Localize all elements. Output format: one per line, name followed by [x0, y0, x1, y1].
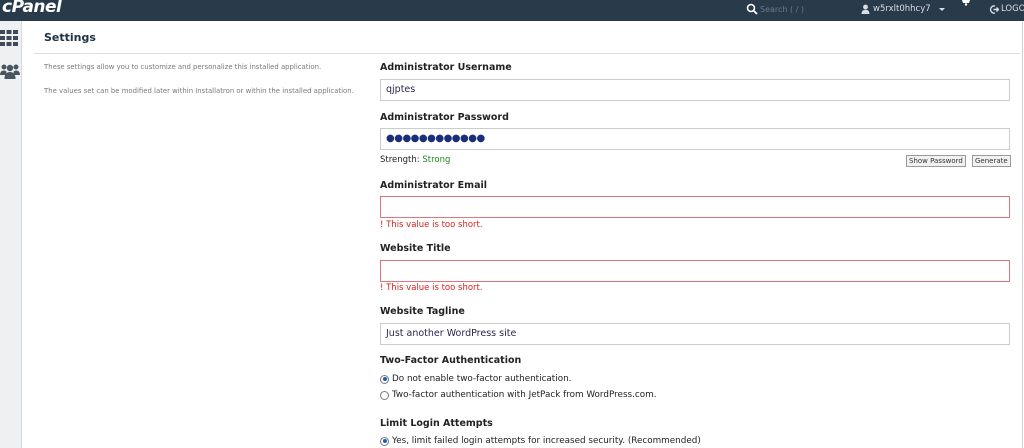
bell-icon[interactable]	[961, 0, 971, 6]
radio-button[interactable]	[380, 374, 389, 384]
password-strength: Strength: Strong	[380, 155, 450, 165]
two-factor-option-disable[interactable]: Do not enable two-factor authentication.	[380, 374, 571, 384]
user-menu[interactable]: w5rxlt0hhcy7	[861, 2, 945, 16]
cpanel-logo[interactable]: cPanel	[2, 0, 62, 17]
username-label: w5rxlt0hhcy7	[873, 4, 931, 14]
content-border	[1022, 22, 1023, 448]
website-tagline-label: Website Tagline	[380, 306, 465, 317]
radio-label: Two-factor authentication with JetPack f…	[392, 390, 657, 400]
strength-value: Strong	[422, 155, 451, 165]
generate-password-button[interactable]: Generate	[972, 155, 1011, 167]
admin-email-label: Administrator Email	[380, 180, 487, 191]
show-password-button[interactable]: Show Password	[906, 155, 966, 167]
admin-username-input[interactable]: qjptes	[380, 79, 1010, 101]
page-title: Settings	[44, 31, 96, 44]
user-icon	[861, 4, 870, 14]
radio-label: Yes, limit failed login attempts for inc…	[392, 436, 701, 446]
website-tagline-input[interactable]: Just another WordPress site	[380, 323, 1010, 345]
chevron-down-icon	[938, 7, 945, 11]
logout-button[interactable]: LOGOUT	[990, 2, 1024, 16]
website-title-error: ! This value is too short.	[380, 283, 483, 293]
settings-description: These settings allow you to customize an…	[44, 63, 322, 71]
settings-description-note: The values set can be modified later wit…	[44, 87, 354, 95]
website-title-input[interactable]	[380, 260, 1010, 282]
limit-login-label: Limit Login Attempts	[380, 418, 493, 429]
radio-button[interactable]	[380, 390, 389, 400]
admin-email-input[interactable]	[380, 196, 1010, 218]
radio-label: Do not enable two-factor authentication.	[392, 374, 572, 384]
limit-login-option-yes[interactable]: Yes, limit failed login attempts for inc…	[380, 436, 701, 446]
admin-password-input[interactable]: ●●●●●●●●●●●●	[380, 128, 1010, 150]
logout-label: LOGOUT	[1001, 4, 1024, 14]
two-factor-option-jetpack[interactable]: Two-factor authentication with JetPack f…	[380, 390, 657, 400]
page-header: Settings	[34, 21, 1020, 54]
radio-button[interactable]	[380, 436, 389, 446]
website-title-label: Website Title	[380, 243, 451, 254]
admin-password-label: Administrator Password	[380, 112, 509, 123]
admin-email-error: ! This value is too short.	[380, 220, 483, 230]
strength-label: Strength:	[380, 155, 420, 165]
apps-grid-icon[interactable]	[0, 30, 18, 46]
top-bar: cPanel w5rxlt0hhcy7 LOGOUT	[0, 0, 1024, 21]
admin-username-label: Administrator Username	[380, 62, 512, 73]
left-rail	[0, 21, 22, 448]
search-input[interactable]	[760, 2, 850, 16]
two-factor-label: Two-Factor Authentication	[380, 355, 522, 366]
search-icon[interactable]	[746, 3, 758, 15]
logout-icon	[990, 4, 999, 14]
users-icon[interactable]	[0, 63, 20, 79]
